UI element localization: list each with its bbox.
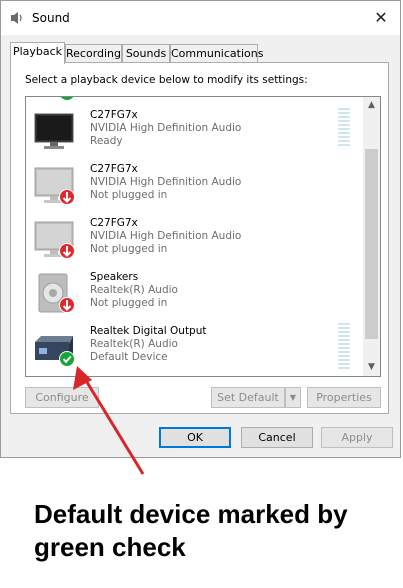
device-status: Not plugged in	[90, 243, 168, 255]
device-driver: Realtek(R) Audio	[90, 284, 178, 296]
tab-sounds[interactable]: Sounds	[122, 44, 170, 62]
speaker-icon	[11, 12, 22, 24]
playback-panel: Select a playback device below to modify…	[10, 62, 389, 414]
device-name: Speakers	[90, 271, 139, 283]
tab-playback[interactable]: Playback	[10, 42, 65, 64]
apply-button[interactable]: Apply	[321, 427, 393, 448]
set-default-dropdown[interactable]: ▼	[285, 387, 301, 408]
window-title: Sound	[32, 11, 70, 25]
close-button[interactable]: ✕	[368, 5, 394, 31]
annotation-caption: Default device marked by green check	[34, 499, 348, 562]
instruction-text: Select a playback device below to modify…	[25, 74, 308, 86]
list-item[interactable]: C27FG7x NVIDIA High Definition Audio Not…	[26, 158, 364, 212]
device-list[interactable]: C27FG7x NVIDIA High Definition Audio Rea…	[25, 96, 381, 377]
device-driver: NVIDIA High Definition Audio	[90, 230, 242, 242]
device-driver: NVIDIA High Definition Audio	[90, 176, 242, 188]
list-item[interactable]: Speakers Realtek(R) Audio Not plugged in	[26, 266, 364, 320]
device-driver: NVIDIA High Definition Audio	[90, 122, 242, 134]
device-driver: Realtek(R) Audio	[90, 338, 178, 350]
ok-button[interactable]: OK	[159, 427, 231, 448]
list-item[interactable]: C27FG7x NVIDIA High Definition Audio Not…	[26, 212, 364, 266]
monitor-icon	[34, 221, 75, 259]
configure-button[interactable]: Configure	[25, 387, 99, 408]
monitor-icon	[34, 113, 74, 149]
left-edge-strip	[0, 0, 2, 588]
check-badge-icon	[60, 97, 74, 100]
scrollbar-thumb[interactable]	[365, 149, 378, 339]
chevron-down-icon: ▼	[289, 393, 297, 402]
cancel-button[interactable]: Cancel	[241, 427, 313, 448]
close-icon: ✕	[374, 8, 388, 27]
speaker-icon	[38, 273, 75, 313]
set-default-button[interactable]: Set Default	[211, 387, 285, 408]
device-status: Default Device	[90, 351, 168, 363]
properties-button[interactable]: Properties	[307, 387, 381, 408]
tab-communications[interactable]: Communications	[170, 44, 263, 62]
scroll-down-icon[interactable]: ▼	[363, 359, 380, 376]
title-bar: Sound ✕	[1, 1, 400, 35]
device-status: Ready	[90, 135, 123, 147]
device-name: Realtek Digital Output	[90, 325, 207, 337]
device-name: C27FG7x	[90, 217, 138, 229]
list-item[interactable]: Realtek Digital Output Realtek(R) Audio …	[26, 320, 364, 374]
list-item[interactable]: C27FG7x NVIDIA High Definition Audio Rea…	[26, 104, 364, 158]
device-name: C27FG7x	[90, 163, 138, 175]
digital-output-icon	[35, 336, 75, 367]
monitor-icon	[34, 167, 75, 205]
tab-recording[interactable]: Recording	[65, 44, 122, 62]
device-status: Not plugged in	[90, 189, 168, 201]
device-status: Not plugged in	[90, 297, 168, 309]
volume-meter	[338, 323, 350, 371]
device-name: C27FG7x	[90, 109, 138, 121]
scrollbar[interactable]: ▲ ▼	[363, 97, 380, 376]
scroll-up-icon[interactable]: ▲	[363, 97, 380, 114]
sound-dialog: Sound ✕ Playback Recording Sounds Commun…	[0, 0, 401, 458]
volume-meter	[338, 108, 350, 148]
